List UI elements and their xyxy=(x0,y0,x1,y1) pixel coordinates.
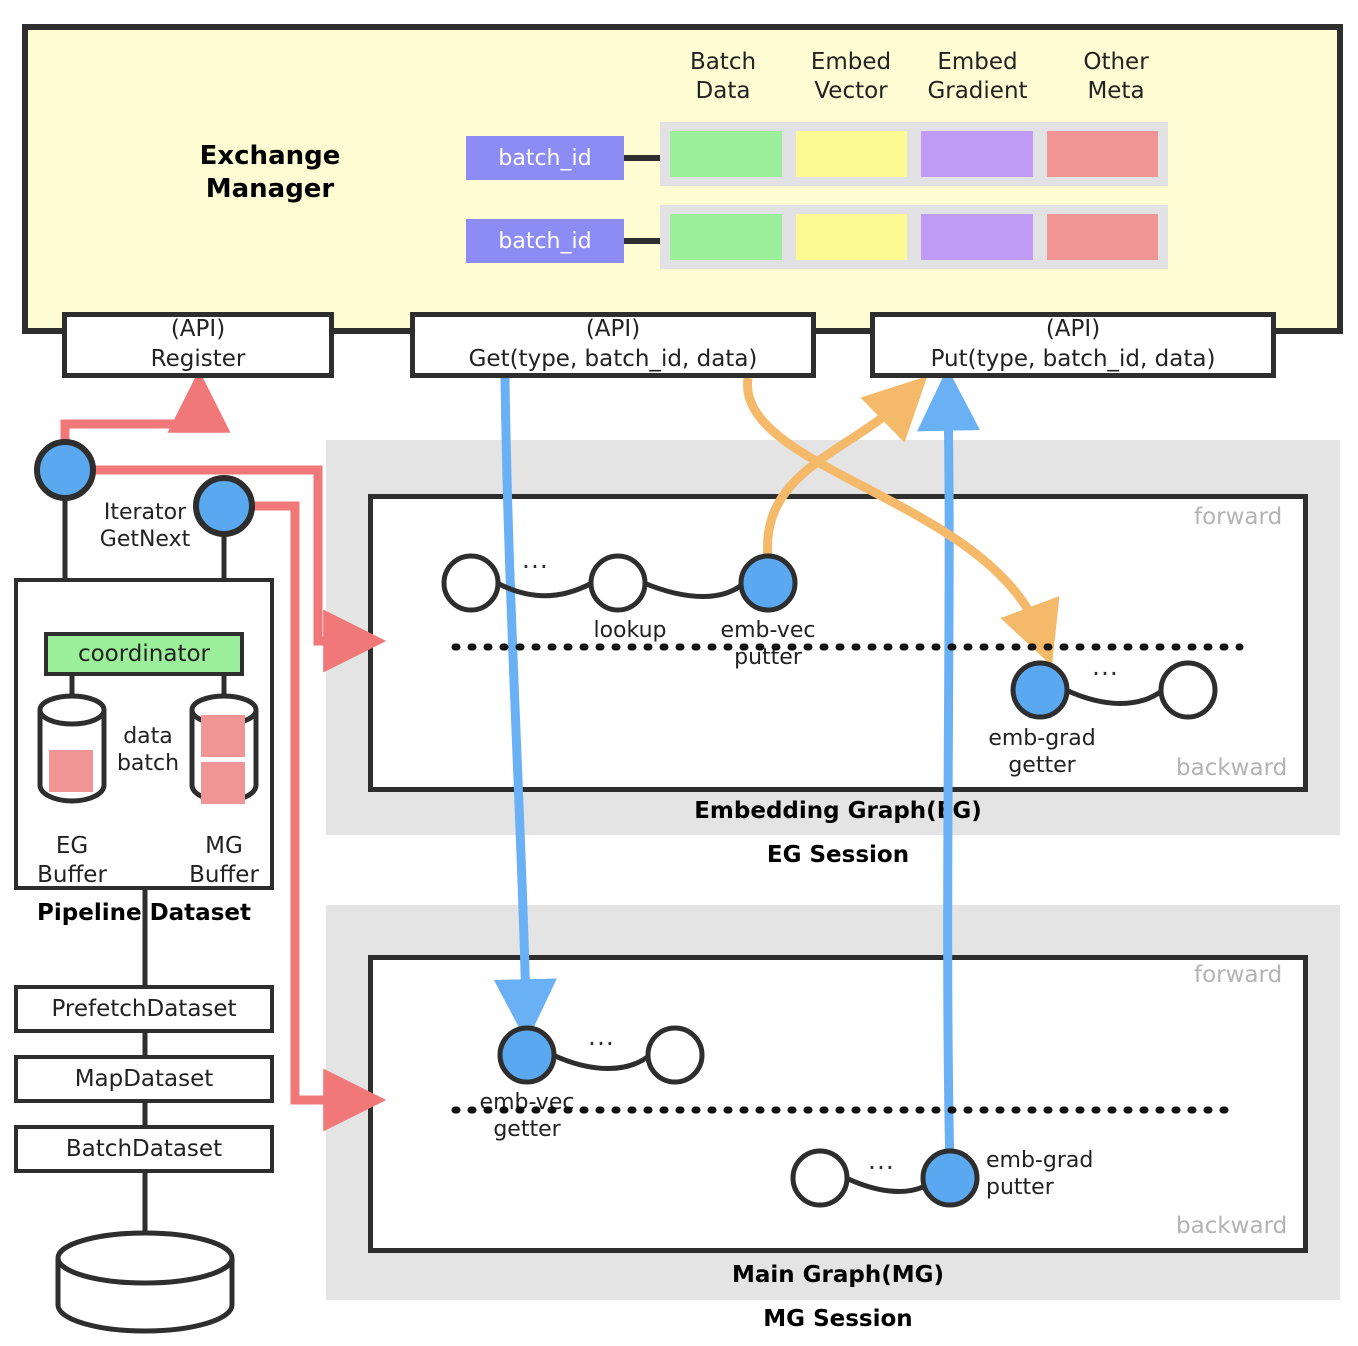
api-put-line1: (API) xyxy=(1045,316,1101,343)
api-get-line1: (API) xyxy=(585,316,641,343)
api-put-box[interactable]: (API) Put(type, batch_id, data) xyxy=(870,312,1276,378)
eg-buffer-cylinder-top xyxy=(37,693,107,727)
tfrecords-cylinder-top xyxy=(55,1230,235,1286)
api-register-box[interactable]: (API) Register xyxy=(62,312,334,378)
marker-a xyxy=(34,439,96,501)
api-get-box[interactable]: (API) Get(type, batch_id, data) xyxy=(410,312,816,378)
pipeline-wiring-layer xyxy=(34,439,259,1334)
api-register-line1: (API) xyxy=(170,316,226,343)
diagram-canvas: Exchange Manager Batch Data Embed Vector… xyxy=(0,0,1358,1346)
api-put-line2: Put(type, batch_id, data) xyxy=(930,346,1216,372)
api-get-line2: Get(type, batch_id, data) xyxy=(468,346,758,372)
eg-buffer-fill xyxy=(49,750,93,792)
marker-b xyxy=(193,475,255,537)
mg-buffer-fill-1 xyxy=(201,715,245,757)
mg-buffer-fill-2 xyxy=(201,762,245,804)
api-register-line2: Register xyxy=(150,346,246,372)
